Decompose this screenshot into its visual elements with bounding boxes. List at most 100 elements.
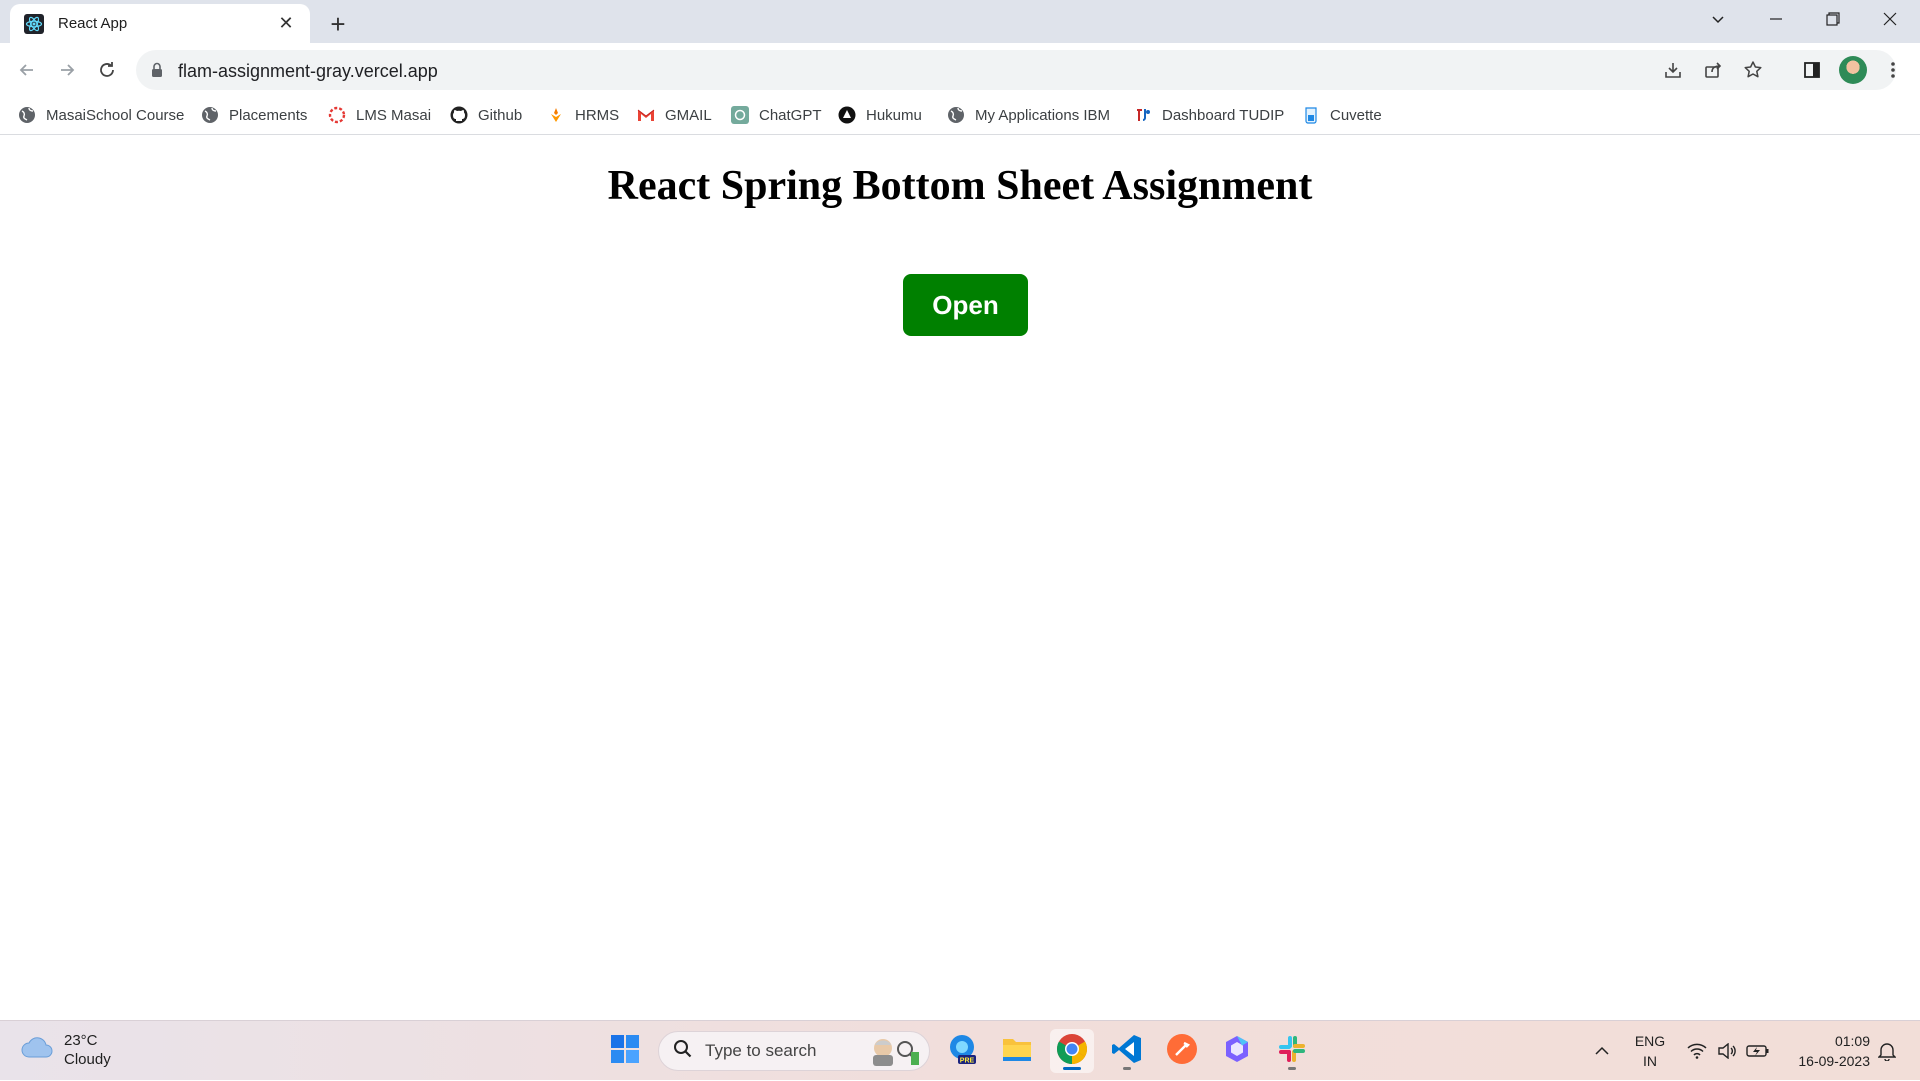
running-indicator bbox=[1123, 1067, 1131, 1070]
page-content: React Spring Bottom Sheet Assignment Ope… bbox=[0, 136, 1920, 1020]
tab-react-app[interactable]: React App ✕ bbox=[10, 4, 310, 43]
share-icon[interactable] bbox=[1696, 53, 1730, 87]
bookmark-star-icon[interactable] bbox=[1736, 53, 1770, 87]
lock-icon[interactable] bbox=[150, 61, 164, 84]
back-icon[interactable] bbox=[10, 53, 44, 87]
clock-date: 16-09-2023 bbox=[1798, 1053, 1870, 1069]
bookmark-label: LMS Masai bbox=[356, 106, 432, 124]
weather-condition: Cloudy bbox=[64, 1051, 111, 1068]
avatar bbox=[1839, 56, 1867, 84]
running-indicator bbox=[1288, 1067, 1296, 1070]
tab-strip: React App ✕ + bbox=[0, 0, 1920, 43]
chatgpt-icon bbox=[731, 106, 749, 124]
globe-icon bbox=[947, 106, 965, 124]
install-icon[interactable] bbox=[1656, 53, 1690, 87]
bookmark-label: GMAIL bbox=[665, 106, 712, 124]
bookmark-label: Hukumu bbox=[866, 106, 922, 124]
windows-icon bbox=[610, 1034, 640, 1069]
bookmark-my-applications-ibm[interactable]: My Applications IBM bbox=[947, 103, 1110, 127]
bookmark-label: ChatGPT bbox=[759, 106, 822, 124]
github-icon bbox=[450, 106, 468, 124]
vscode-icon bbox=[1111, 1033, 1143, 1070]
profile-avatar[interactable] bbox=[1836, 53, 1870, 87]
hukumu-icon bbox=[838, 106, 856, 124]
new-tab-icon[interactable]: + bbox=[322, 8, 354, 40]
side-panel-icon[interactable] bbox=[1795, 53, 1829, 87]
start-button[interactable] bbox=[603, 1029, 647, 1073]
wifi-icon[interactable] bbox=[1684, 1021, 1710, 1081]
language-line2: IN bbox=[1643, 1053, 1657, 1069]
active-indicator bbox=[1063, 1067, 1081, 1070]
bookmark-lms-masai[interactable]: LMS Masai bbox=[328, 103, 431, 127]
copilot-icon bbox=[1221, 1033, 1253, 1070]
url-text[interactable]: flam-assignment-gray.vercel.app bbox=[178, 61, 438, 82]
reload-icon[interactable] bbox=[90, 53, 124, 87]
close-tab-icon[interactable]: ✕ bbox=[274, 12, 298, 36]
notification-bell-icon[interactable] bbox=[1874, 1021, 1900, 1081]
restore-icon[interactable] bbox=[1805, 0, 1861, 38]
forward-icon[interactable] bbox=[50, 53, 84, 87]
taskbar-copilot[interactable] bbox=[1215, 1029, 1259, 1073]
bookmark-label: Dashboard TUDIP bbox=[1162, 106, 1285, 124]
minimize-icon[interactable] bbox=[1748, 0, 1804, 38]
windows-taskbar: 23°C Cloudy Type to search PRE ENG IN 01… bbox=[0, 1020, 1920, 1080]
bookmarks-bar: MasaiSchool Course Placements LMS Masai … bbox=[0, 95, 1920, 135]
bookmark-label: Github bbox=[478, 106, 523, 124]
globe-icon bbox=[18, 106, 36, 124]
cuvette-icon bbox=[1302, 106, 1320, 124]
search-placeholder: Type to search bbox=[705, 1041, 817, 1060]
tab-search-icon[interactable] bbox=[1690, 0, 1746, 38]
tab-title: React App bbox=[58, 15, 128, 32]
weather-temp: 23°C bbox=[64, 1032, 98, 1049]
close-window-icon[interactable] bbox=[1862, 0, 1918, 38]
search-icon bbox=[673, 1039, 693, 1064]
taskbar-slack[interactable] bbox=[1270, 1029, 1314, 1073]
volume-icon[interactable] bbox=[1714, 1021, 1740, 1081]
bookmark-chatgpt[interactable]: ChatGPT bbox=[731, 103, 822, 127]
hrms-icon bbox=[547, 106, 565, 124]
postman-icon bbox=[1166, 1033, 1198, 1070]
address-bar[interactable]: flam-assignment-gray.vercel.app bbox=[136, 50, 1896, 90]
language-indicator[interactable]: ENG IN bbox=[1630, 1031, 1670, 1071]
bookmark-label: MasaiSchool Course bbox=[46, 106, 185, 124]
bookmark-label: My Applications IBM bbox=[975, 106, 1111, 124]
battery-icon[interactable] bbox=[1744, 1021, 1772, 1081]
show-hidden-icons[interactable] bbox=[1590, 1021, 1614, 1081]
bookmark-label: Placements bbox=[229, 106, 308, 124]
bookmark-hukumu[interactable]: Hukumu bbox=[838, 103, 922, 127]
menu-kebab-icon[interactable] bbox=[1876, 53, 1910, 87]
cloud-icon bbox=[20, 1035, 54, 1066]
slack-icon bbox=[1277, 1034, 1307, 1069]
bookmark-label: Cuvette bbox=[1330, 106, 1382, 124]
browser-toolbar: flam-assignment-gray.vercel.app bbox=[0, 43, 1920, 95]
folder-icon bbox=[1001, 1035, 1033, 1068]
react-icon bbox=[24, 13, 44, 34]
chrome-icon bbox=[1056, 1033, 1088, 1070]
bookmark-label: HRMS bbox=[575, 106, 620, 124]
clock-time: 01:09 bbox=[1834, 1033, 1870, 1049]
edge-beta-icon: PRE bbox=[946, 1033, 978, 1070]
taskbar-file-explorer[interactable] bbox=[995, 1029, 1039, 1073]
bookmark-dashboard-tudip[interactable]: Dashboard TUDIP bbox=[1134, 103, 1284, 127]
language-line1: ENG bbox=[1634, 1033, 1666, 1049]
search-highlight-icon bbox=[865, 1035, 923, 1072]
taskbar-chrome[interactable] bbox=[1050, 1029, 1094, 1073]
system-clock[interactable]: 01:09 16-09-2023 bbox=[1780, 1031, 1870, 1071]
masai-icon bbox=[328, 106, 346, 124]
bookmark-gmail[interactable]: GMAIL bbox=[637, 103, 712, 127]
bookmark-masaischool-course[interactable]: MasaiSchool Course bbox=[18, 103, 184, 127]
weather-widget[interactable]: 23°C Cloudy bbox=[20, 1031, 111, 1069]
page-title: React Spring Bottom Sheet Assignment bbox=[607, 163, 1313, 209]
svg-text:PRE: PRE bbox=[960, 1057, 975, 1064]
bookmark-placements[interactable]: Placements bbox=[201, 103, 307, 127]
taskbar-edge-beta[interactable]: PRE bbox=[940, 1029, 984, 1073]
tudip-icon bbox=[1134, 106, 1152, 124]
taskbar-search[interactable]: Type to search bbox=[658, 1031, 930, 1071]
taskbar-postman[interactable] bbox=[1160, 1029, 1204, 1073]
bookmark-github[interactable]: Github bbox=[450, 103, 522, 127]
globe-icon bbox=[201, 106, 219, 124]
bookmark-cuvette[interactable]: Cuvette bbox=[1302, 103, 1382, 127]
open-button[interactable]: Open bbox=[903, 274, 1028, 336]
bookmark-hrms[interactable]: HRMS bbox=[547, 103, 619, 127]
taskbar-vscode[interactable] bbox=[1105, 1029, 1149, 1073]
